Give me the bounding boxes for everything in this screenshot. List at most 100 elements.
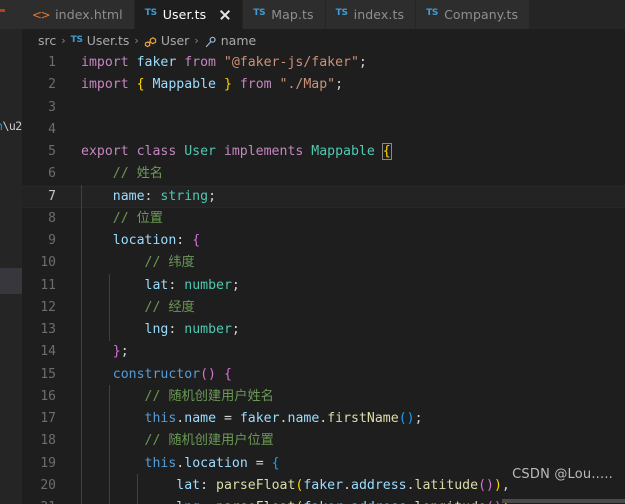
tab-label: Map.ts [271,7,314,22]
property-symbol-icon [204,36,217,49]
vscode-window: n\u2026 <> index.html TS User.ts TS Map.… [0,0,625,504]
code-lines-container: 1 import faker from "@faker-js/faker"; 2 im… [22,52,625,504]
chevron-right-icon: › [134,34,139,47]
code-token: lat [176,477,201,493]
horizontal-scrollbar-thumb[interactable] [502,499,625,503]
code-token: { [381,143,392,160]
horizontal-scrollbar[interactable] [22,499,625,504]
code-token: // 随机创建用户姓名 [81,388,274,404]
code-token: { [223,366,232,382]
code-line[interactable]: 14 }; [22,341,625,363]
chevron-right-icon: › [194,34,199,47]
code-line[interactable]: 16 // 随机创建用户姓名 [22,386,625,408]
breadcrumb-label: src [38,33,57,48]
typescript-file-icon: TS [144,8,157,18]
code-editor[interactable]: 1 import faker from "@faker-js/faker"; 2 im… [22,52,625,504]
breadcrumb-label: name [220,33,257,48]
line-number: 17 [40,411,56,426]
typescript-file-icon: TS [70,34,83,45]
code-token: class [136,144,185,159]
line-number: 11 [40,277,56,293]
code-token: implements [215,144,312,159]
code-line-content: // 经度 [68,297,195,319]
code-line[interactable]: 9 location: { [22,230,625,252]
line-number: 7 [48,188,56,204]
code-line[interactable]: 6 // 姓名 [22,163,625,185]
code-token: this [144,455,177,471]
breadcrumb-item-user-ts[interactable]: TS User.ts [71,33,130,48]
line-number: 10 [40,255,56,271]
code-token: constructor [112,366,201,382]
code-token: Mappable [144,77,224,93]
line-number: 3 [48,99,56,115]
class-symbol-icon [144,36,157,49]
code-token: () [478,477,494,493]
tab-user-ts[interactable]: TS User.ts [134,0,244,29]
code-token: ) [493,477,502,493]
code-token: name [184,411,217,426]
breadcrumb-label: User [160,33,190,48]
code-line[interactable]: 15 constructor() { [22,364,625,386]
code-token: from [231,77,280,93]
code-line[interactable]: 4 [22,119,625,141]
code-line[interactable]: 8 // 位置 [22,208,625,230]
code-token: , [501,477,510,493]
breadcrumb-item-name-property[interactable]: name [204,33,256,48]
code-line[interactable]: 20 lat: parseFloat(faker.address.latitud… [22,475,625,497]
code-line-content: constructor() { [68,364,232,386]
code-token: { [271,455,280,471]
tab-company-ts[interactable]: TS Company.ts [416,0,531,29]
code-token: User [184,144,216,159]
line-number: 5 [48,144,56,159]
code-token: import [81,55,137,70]
code-line[interactable]: 18 // 随机创建用户位置 [22,430,625,452]
code-token: // 姓名 [81,166,163,182]
left-strip-selected-row[interactable] [0,268,22,294]
code-line[interactable]: 1 import faker from "@faker-js/faker"; [22,52,625,74]
code-line-content: // 随机创建用户姓名 [68,386,274,408]
code-token: parseFloat [216,477,296,493]
code-token: export [81,144,137,159]
code-token: = [247,455,272,471]
code-token: : [168,322,185,337]
code-token: : [168,277,185,293]
code-line[interactable]: 13 lng: number; [22,319,625,341]
tab-index-ts[interactable]: TS index.ts [325,0,417,29]
code-line[interactable]: 2 import { Mappable } from "./Map"; [22,74,625,96]
tab-index-html[interactable]: <> index.html [22,0,135,29]
html-file-icon: <> [32,7,51,22]
line-number: 16 [40,388,56,404]
code-token: number [184,277,232,293]
code-line[interactable]: 3 [22,97,625,119]
code-line[interactable]: 5 export class User implements Mappable { [22,141,625,163]
breadcrumb-item-src[interactable]: src [38,33,56,48]
code-token: = [216,411,240,426]
line-number: 18 [40,433,56,449]
line-number: 13 [40,322,56,337]
code-line[interactable]: 10 // 纬度 [22,252,625,274]
code-line[interactable]: 12 // 经度 [22,297,625,319]
code-token: ; [335,77,344,93]
line-number: 12 [40,299,56,315]
code-token: ; [231,277,240,293]
line-number: 19 [40,455,56,471]
code-token: faker [303,477,344,493]
typescript-file-icon: TS [253,8,266,18]
code-line[interactable]: 17 this.name = faker.name.firstName(); [22,408,625,430]
code-token: { [192,233,201,248]
breadcrumb-item-user-class[interactable]: User [144,33,190,49]
code-line[interactable]: 11 lat: number; [22,275,625,297]
code-line[interactable]: 7 name: string; [22,185,625,208]
tab-map-ts[interactable]: TS Map.ts [243,0,326,29]
code-token: . [406,477,415,493]
code-line-content: lat: parseFloat(faker.address.latitude()… [68,475,510,497]
code-token: location [112,233,177,248]
code-line[interactable]: 19 this.location = { [22,453,625,475]
close-icon[interactable] [218,8,231,21]
code-token: () [398,411,415,426]
